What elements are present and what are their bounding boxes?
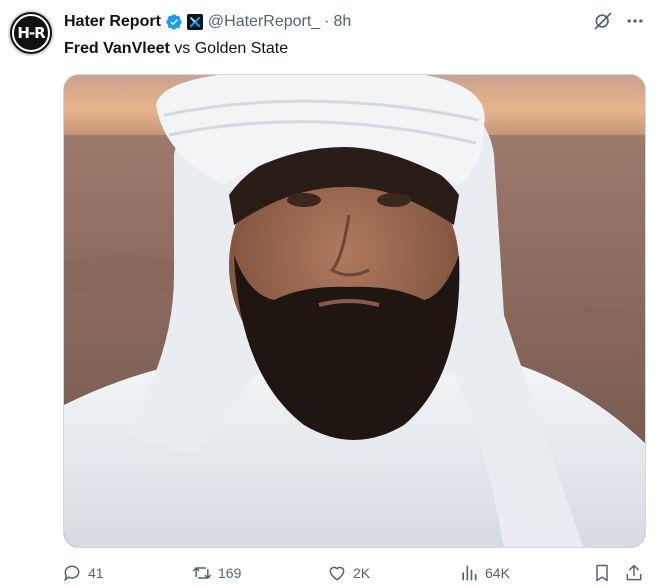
views-button[interactable]: 64K bbox=[459, 561, 510, 585]
reply-count: 41 bbox=[88, 565, 104, 581]
share-icon bbox=[624, 563, 644, 583]
action-bar: 41 169 2K 64K bbox=[62, 561, 648, 585]
more-icon[interactable] bbox=[624, 10, 646, 32]
separator-dot: · bbox=[324, 13, 330, 30]
tweet-text-rest: vs Golden State bbox=[169, 40, 289, 57]
retweet-button[interactable]: 169 bbox=[192, 561, 241, 585]
avatar[interactable]: H-R bbox=[8, 10, 54, 56]
top-actions bbox=[592, 10, 646, 32]
display-name[interactable]: Hater Report bbox=[64, 13, 161, 31]
avatar-ring: H-R bbox=[12, 14, 50, 52]
tweet-text-bold: Fred VanVleet bbox=[64, 40, 170, 57]
tweet-header: Hater Report @HaterReport_ · 8h bbox=[64, 11, 351, 33]
retweet-icon bbox=[192, 563, 212, 583]
bookmark-icon bbox=[592, 563, 612, 583]
views-icon bbox=[459, 563, 479, 583]
tweet-media-photo[interactable] bbox=[63, 74, 646, 548]
bookmark-button[interactable] bbox=[592, 561, 612, 585]
like-count: 2K bbox=[353, 565, 371, 581]
affiliate-x-icon[interactable] bbox=[186, 14, 203, 30]
photo-illustration bbox=[64, 75, 645, 547]
like-icon bbox=[327, 563, 347, 583]
views-count: 64K bbox=[485, 565, 510, 581]
retweet-count: 169 bbox=[218, 565, 242, 581]
share-button[interactable] bbox=[624, 561, 644, 585]
verified-badge-icon[interactable] bbox=[165, 13, 183, 31]
tweet[interactable]: H-R Hater Report @HaterReport_ · 8h Fred… bbox=[0, 0, 656, 587]
avatar-logo-text: H-R bbox=[17, 24, 45, 42]
like-button[interactable]: 2K bbox=[327, 561, 370, 585]
tweet-text: Fred VanVleet vs Golden State bbox=[64, 38, 288, 60]
reply-icon bbox=[62, 563, 82, 583]
reply-button[interactable]: 41 bbox=[62, 561, 104, 585]
timestamp[interactable]: 8h bbox=[334, 13, 352, 31]
handle[interactable]: @HaterReport_ bbox=[208, 13, 320, 31]
grok-icon[interactable] bbox=[592, 10, 614, 32]
